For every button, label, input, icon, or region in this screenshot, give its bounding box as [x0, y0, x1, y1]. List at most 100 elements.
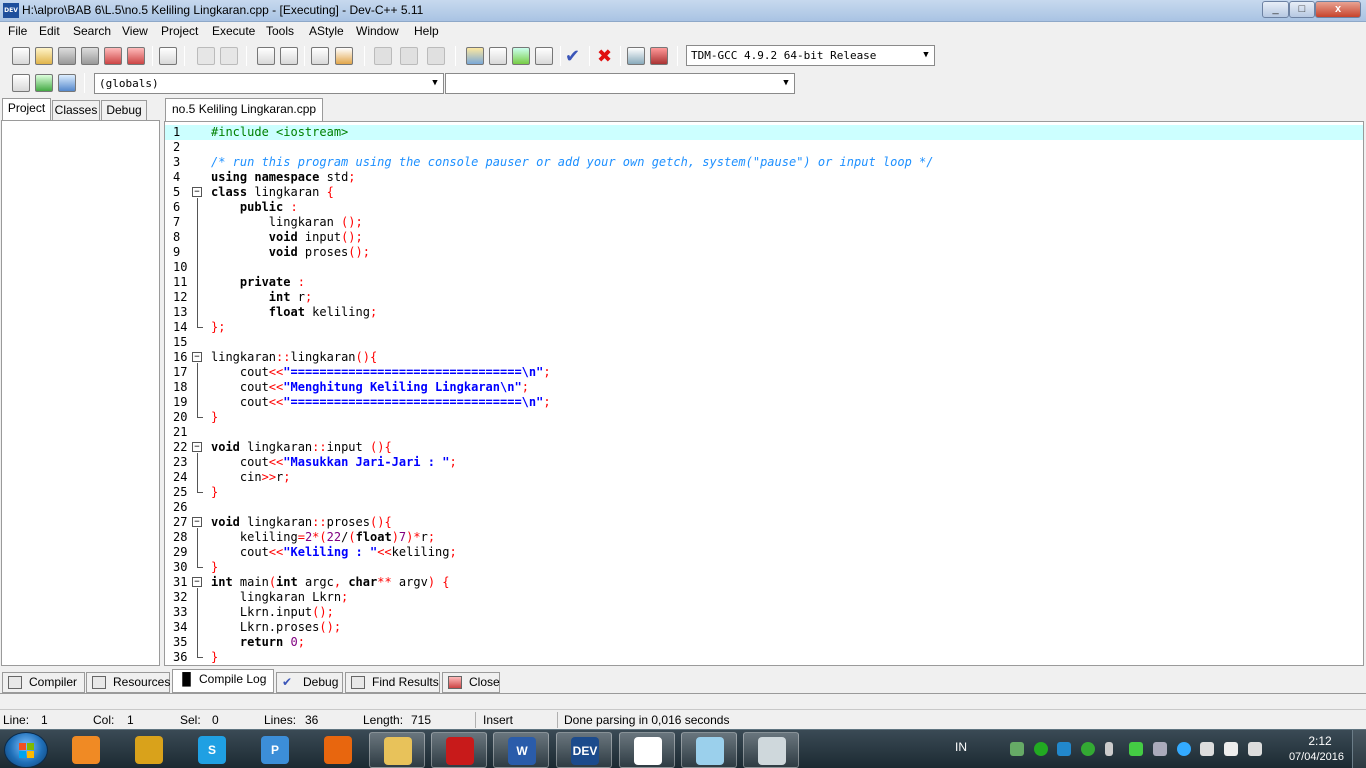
fold-toggle-icon[interactable]: − [192, 442, 202, 452]
tray-update-icon[interactable] [1177, 742, 1191, 756]
volume-icon[interactable] [1200, 742, 1214, 756]
class-browser-icon[interactable] [512, 47, 530, 65]
signal-strength-icon[interactable] [1248, 742, 1262, 756]
window-layout-icon[interactable] [489, 47, 507, 65]
delete-profile-icon[interactable] [650, 47, 668, 65]
goto-icon[interactable] [35, 74, 53, 92]
member-select[interactable]: ▼ [445, 73, 795, 94]
taskbar-button[interactable] [369, 732, 425, 768]
tab-project[interactable]: Project [2, 98, 51, 120]
code-line[interactable]: 15 [165, 335, 1363, 350]
code-line[interactable]: 23 cout<<"Masukkan Jari-Jari : "; [165, 455, 1363, 470]
action-center-icon[interactable] [1224, 742, 1238, 756]
code-line[interactable]: 18 cout<<"Menghitung Keliling Lingkaran\… [165, 380, 1363, 395]
code-line[interactable]: 25} [165, 485, 1363, 500]
clock-date[interactable]: 07/04/2016 [1282, 751, 1344, 763]
taskbar-button[interactable]: P [247, 732, 303, 768]
fold-toggle-icon[interactable]: − [192, 352, 202, 362]
indent-icon[interactable] [311, 47, 329, 65]
fold-toggle-icon[interactable]: − [192, 187, 202, 197]
save-icon[interactable] [58, 47, 76, 65]
replace-icon[interactable] [280, 47, 298, 65]
open-file-icon[interactable] [35, 47, 53, 65]
scope-select[interactable]: (globals) ▼ [94, 73, 444, 94]
code-line[interactable]: 22− void lingkaran::input (){ [165, 440, 1363, 455]
tab-debug[interactable]: Debug [101, 100, 147, 120]
menu-tools[interactable]: Tools [266, 24, 294, 38]
code-editor[interactable]: 1 #include <iostream> 2 3 /* run this progra… [164, 121, 1364, 666]
close-button[interactable]: x [1315, 1, 1361, 18]
tab-debug-output[interactable]: ✔ Debug [276, 672, 343, 693]
taskbar-button[interactable] [58, 732, 114, 768]
start-button[interactable] [4, 732, 48, 768]
code-line[interactable]: 34 Lkrn.proses(); [165, 620, 1363, 635]
goto-line-icon[interactable] [427, 47, 445, 65]
tray-k-icon[interactable] [1034, 742, 1048, 756]
code-line[interactable]: 24 cin>>r; [165, 470, 1363, 485]
code-line[interactable]: 12 int r; [165, 290, 1363, 305]
tray-network-share-icon[interactable] [1057, 742, 1071, 756]
code-line[interactable]: 29 cout<<"Keliling : "<<keliling; [165, 545, 1363, 560]
code-line[interactable]: 16− lingkaran::lingkaran(){ [165, 350, 1363, 365]
code-line[interactable]: 4 using namespace std; [165, 170, 1363, 185]
toggle-bookmark-icon[interactable] [374, 47, 392, 65]
tray-info-icon[interactable] [1081, 742, 1095, 756]
code-line[interactable]: 9 void proses(); [165, 245, 1363, 260]
taskbar-button[interactable] [743, 732, 799, 768]
menu-window[interactable]: Window [356, 24, 399, 38]
taskbar-button[interactable]: W [493, 732, 549, 768]
fold-toggle-icon[interactable]: − [192, 517, 202, 527]
menu-edit[interactable]: Edit [39, 24, 60, 38]
code-line[interactable]: 20} [165, 410, 1363, 425]
taskbar-button[interactable] [310, 732, 366, 768]
code-line[interactable]: 33 Lkrn.input(); [165, 605, 1363, 620]
project-options-icon[interactable] [535, 47, 553, 65]
stop-execution-icon[interactable]: ✖ [597, 47, 615, 65]
code-line[interactable]: 10 [165, 260, 1363, 275]
code-line[interactable]: 11 private : [165, 275, 1363, 290]
menu-search[interactable]: Search [73, 24, 111, 38]
show-desktop-button[interactable] [1352, 730, 1366, 768]
close-file-icon[interactable] [104, 47, 122, 65]
taskbar-button[interactable] [121, 732, 177, 768]
close-all-icon[interactable] [127, 47, 145, 65]
code-line[interactable]: 19 cout<<"==============================… [165, 395, 1363, 410]
code-line[interactable]: 27− void lingkaran::proses(){ [165, 515, 1363, 530]
taskbar-button[interactable]: DEV [556, 732, 612, 768]
find-icon[interactable] [257, 47, 275, 65]
code-line[interactable]: 35 return 0; [165, 635, 1363, 650]
check-syntax-icon[interactable]: ✔ [565, 47, 583, 65]
undo-icon[interactable] [197, 47, 215, 65]
code-line[interactable]: 28 keliling=2*(22/(float)7)*r; [165, 530, 1363, 545]
fold-toggle-icon[interactable]: − [192, 577, 202, 587]
taskbar-button[interactable] [431, 732, 487, 768]
project-panel[interactable] [1, 120, 160, 666]
minimize-button[interactable]: _ [1262, 1, 1289, 18]
taskbar-button[interactable] [619, 732, 675, 768]
profile-icon[interactable] [627, 47, 645, 65]
code-line[interactable]: 5− class lingkaran { [165, 185, 1363, 200]
code-line[interactable]: 21 [165, 425, 1363, 440]
code-line[interactable]: 7 lingkaran (); [165, 215, 1363, 230]
tab-find-results[interactable]: Find Results [345, 672, 440, 693]
taskbar-button[interactable]: S [184, 732, 240, 768]
tray-app-icon[interactable] [1010, 742, 1024, 756]
tray-usb-icon[interactable] [1105, 742, 1113, 756]
tab-compile-log[interactable]: ▐▌ Compile Log [172, 669, 274, 693]
code-line[interactable]: 31− int main(int argc, char** argv) { [165, 575, 1363, 590]
code-line[interactable]: 32 lingkaran Lkrn; [165, 590, 1363, 605]
code-line[interactable]: 3 /* run this program using the console p… [165, 155, 1363, 170]
menu-execute[interactable]: Execute [212, 24, 255, 38]
next-bookmark-icon[interactable] [400, 47, 418, 65]
tab-resources[interactable]: Resources [86, 672, 170, 693]
menu-astyle[interactable]: AStyle [309, 24, 344, 38]
maximize-button[interactable]: □ [1289, 1, 1315, 18]
clock-time[interactable]: 2:12 [1300, 734, 1340, 748]
tab-close[interactable]: Close [442, 672, 500, 693]
save-all-icon[interactable] [81, 47, 99, 65]
code-line[interactable]: 26 [165, 500, 1363, 515]
taskbar-button[interactable] [681, 732, 737, 768]
menu-file[interactable]: File [8, 24, 27, 38]
redo-icon[interactable] [220, 47, 238, 65]
code-line[interactable]: 14}; [165, 320, 1363, 335]
